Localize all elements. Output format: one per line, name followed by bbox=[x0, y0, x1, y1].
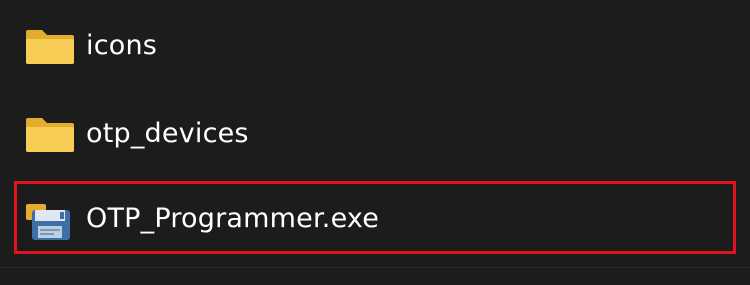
file-explorer-pane: icons otp_devices OTP_Programmer.exe bbox=[0, 0, 750, 285]
file-item-otp-programmer-exe[interactable]: OTP_Programmer.exe bbox=[14, 183, 736, 256]
file-item-label: otp_devices bbox=[86, 118, 249, 149]
file-list: icons otp_devices OTP_Programmer.exe bbox=[0, 0, 750, 285]
file-item-icons[interactable]: icons bbox=[14, 18, 736, 74]
folder-icon bbox=[24, 24, 76, 68]
executable-app-icon bbox=[24, 198, 76, 242]
file-item-label: OTP_Programmer.exe bbox=[86, 203, 380, 234]
divider bbox=[0, 267, 750, 268]
file-item-otp-devices[interactable]: otp_devices bbox=[14, 106, 736, 162]
file-item-label: icons bbox=[86, 30, 158, 61]
folder-icon bbox=[24, 112, 76, 156]
